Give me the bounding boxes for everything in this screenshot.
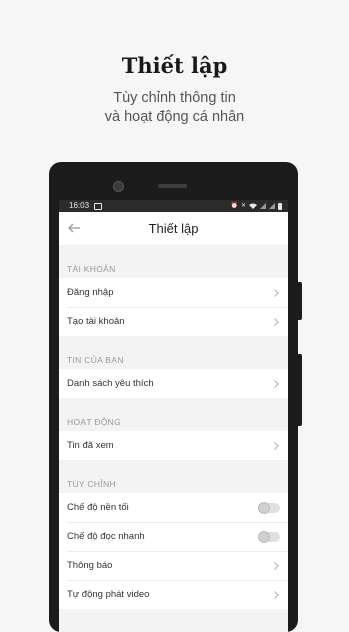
camera-icon [113,181,124,192]
phone-frame: 16:03 ⏰ ✕ Thiết lập TÀI KHOẢN Đăng nhập [49,162,298,632]
settings-item-favorites[interactable]: Danh sách yêu thích [59,369,288,398]
section-header-custom: TÙY CHỈNH [59,460,288,493]
status-time: 16:03 [69,201,90,210]
settings-item-login[interactable]: Đăng nhập [59,278,288,307]
phone-side-button [298,354,302,426]
promo-subtitle: Tùy chỉnh thông tin và hoạt động cá nhân [0,89,349,127]
settings-item-label: Danh sách yêu thích [67,378,154,389]
chevron-right-icon [274,590,279,599]
phone-volume-button [298,282,302,320]
section-header-your-news: TIN CỦA BẠN [59,336,288,369]
mute-icon: ✕ [240,203,246,209]
chevron-right-icon [274,379,279,388]
alarm-icon: ⏰ [230,203,238,209]
phone-screen: 16:03 ⏰ ✕ Thiết lập TÀI KHOẢN Đăng nhập [59,200,288,632]
battery-icon [278,202,282,210]
app-bar: Thiết lập [59,212,288,245]
image-notification-icon [94,202,103,210]
settings-item-viewed-news[interactable]: Tin đã xem [59,431,288,460]
settings-item-dark-mode: Chế độ nền tối [59,493,288,522]
dark-mode-toggle[interactable] [258,501,280,514]
promo-subtitle-line-2: và hoạt động cá nhân [104,109,245,125]
settings-item-fast-read: Chế độ đọc nhanh [59,522,288,551]
settings-item-create-account[interactable]: Tạo tài khoản [59,307,288,336]
status-bar: 16:03 ⏰ ✕ [59,200,288,212]
section-header-activity: HOẠT ĐỘNG [59,398,288,431]
page-title: Thiết lập [148,221,199,236]
settings-item-label: Tin đã xem [67,440,114,451]
speaker-grille [158,184,187,188]
signal-icon [260,203,266,209]
section-header-account: TÀI KHOẢN [59,245,288,278]
chevron-right-icon [274,441,279,450]
chevron-right-icon [274,561,279,570]
promo-title: Thiết lập [121,53,228,78]
back-arrow-icon[interactable] [66,220,82,236]
chevron-right-icon [274,288,279,297]
toggle-knob [258,530,270,543]
settings-item-label: Chế độ nền tối [67,502,129,513]
signal-2-icon [269,203,275,209]
settings-item-label: Tạo tài khoản [67,316,125,327]
settings-item-label: Đăng nhập [67,287,114,298]
settings-item-notifications[interactable]: Thông báo [59,551,288,580]
settings-item-label: Chế độ đọc nhanh [67,531,145,542]
toggle-knob [258,501,270,514]
settings-item-label: Thông báo [67,560,113,571]
settings-item-autoplay-video[interactable]: Tự động phát video [59,580,288,609]
wifi-icon [249,203,257,209]
fast-read-toggle[interactable] [258,530,280,543]
promo-subtitle-line-1: Tùy chỉnh thông tin [113,90,236,106]
settings-item-label: Tự động phát video [67,589,150,600]
chevron-right-icon [274,317,279,326]
